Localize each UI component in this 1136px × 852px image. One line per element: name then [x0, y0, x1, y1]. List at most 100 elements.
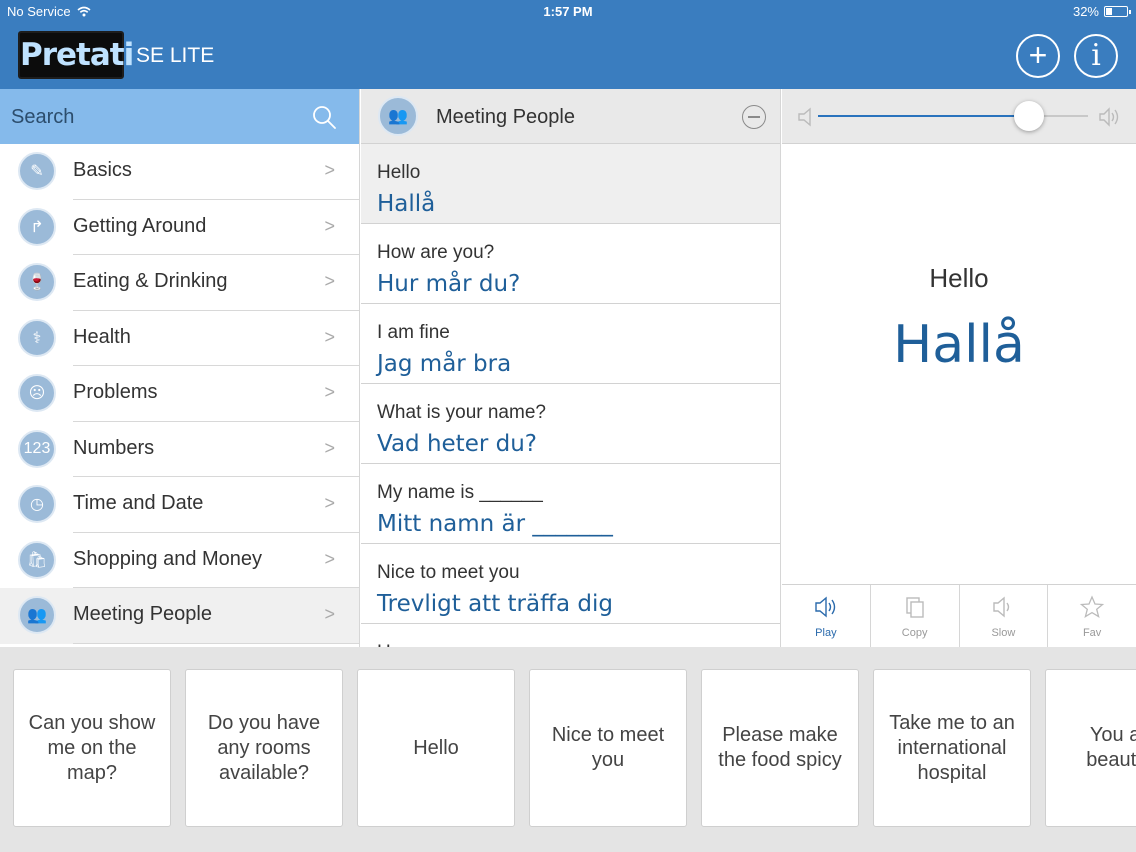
phrase-swedish: Vad heter du?	[377, 431, 538, 457]
phrase-swedish: Hallå	[377, 191, 436, 217]
category-item[interactable]: 👥 Meeting People >	[0, 588, 359, 644]
suggestion-card[interactable]: Hello	[357, 669, 515, 827]
slow-speaker-icon	[993, 596, 1010, 618]
suggestion-card[interactable]: You are beautiful	[1045, 669, 1136, 827]
suggestion-bar: Can you show me on the map? Do you have a…	[0, 647, 1136, 852]
action-toolbar: Play Copy Slow Fav	[782, 584, 1136, 647]
category-panel: Search ✎ Basics > ↱ Getting Around > 🍷 Eating &…	[0, 89, 360, 647]
phrase-english: I am fine	[377, 322, 450, 343]
category-label: Shopping and Money	[73, 547, 263, 570]
chevron-right-icon: >	[324, 271, 335, 291]
volume-max-icon	[1099, 107, 1119, 127]
phrase-row[interactable]: How	[361, 624, 780, 647]
numbers-icon: 123	[18, 429, 56, 468]
category-item[interactable]: 🛍 Shopping and Money >	[0, 533, 359, 588]
slow-button[interactable]: Slow	[960, 585, 1049, 647]
phrase-english: How are you?	[377, 242, 495, 263]
category-label: Time and Date	[73, 492, 204, 514]
category-item[interactable]: 123 Numbers >	[0, 422, 359, 477]
status-time: 1:57 PM	[543, 4, 593, 19]
category-label: Problems	[73, 381, 158, 403]
category-item[interactable]: ⚕ Health >	[0, 311, 359, 366]
people-icon: 👥	[18, 596, 56, 634]
category-label: Getting Around	[73, 214, 207, 237]
phrase-row[interactable]: How are you? Hur mår du?	[361, 224, 780, 304]
phrase-panel: 👥 Meeting People Hello Hallå How are you? H…	[361, 89, 781, 647]
detail-panel: Hello Hallå Play Copy Slow Fav	[782, 89, 1136, 647]
copy-button[interactable]: Copy	[871, 585, 960, 647]
phrase-row[interactable]: What is your name? Vad heter du?	[361, 384, 780, 464]
add-button[interactable]: +	[1016, 34, 1060, 78]
phrase-panel-title: Meeting People	[436, 106, 575, 128]
chevron-right-icon: >	[324, 382, 335, 402]
suggestion-card[interactable]: Can you show me on the map?	[13, 669, 171, 827]
phrase-swedish: Mitt namn är _______	[377, 511, 613, 537]
play-label: Play	[815, 627, 837, 639]
chevron-right-icon: >	[324, 493, 335, 513]
chevron-right-icon: >	[324, 548, 335, 569]
category-item[interactable]: ✎ Basics >	[0, 144, 359, 200]
app-subtitle: SE LITE	[136, 44, 215, 67]
phrase-list: Hello Hallå How are you? Hur mår du? I am fi…	[361, 144, 780, 647]
volume-slider-thumb[interactable]	[1013, 101, 1044, 131]
copy-icon	[905, 597, 924, 618]
fav-label: Fav	[1082, 627, 1102, 639]
battery-icon	[1104, 6, 1131, 17]
volume-slider-fill	[818, 115, 1029, 117]
category-label: Meeting People	[73, 603, 212, 625]
category-item[interactable]: ☹ Problems >	[0, 366, 359, 422]
phrase-panel-header: 👥 Meeting People	[361, 89, 780, 144]
stethoscope-icon: ⚕	[18, 318, 56, 357]
volume-bar	[782, 89, 1136, 144]
suggestion-card[interactable]: Take me to an international hospital	[873, 669, 1031, 827]
app-logo: Pretati	[18, 31, 134, 79]
phrase-swedish: Hur mår du?	[377, 271, 521, 297]
phrase-row[interactable]: My name is ______ Mitt namn är _______	[361, 464, 780, 544]
star-icon	[1079, 595, 1105, 618]
volume-slider[interactable]	[818, 101, 1088, 131]
category-item[interactable]: 🍷 Eating & Drinking >	[0, 255, 359, 311]
suggestion-card[interactable]: Please make the food spicy	[701, 669, 859, 827]
category-label: Basics	[73, 159, 132, 181]
favorite-button[interactable]: Fav	[1048, 585, 1136, 647]
glass-icon: 🍷	[18, 263, 56, 301]
volume-min-icon	[798, 107, 811, 127]
play-button[interactable]: Play	[782, 585, 871, 647]
phrase-row[interactable]: Hello Hallå	[361, 144, 780, 224]
status-bar: No Service 1:57 PM 32%	[0, 0, 1136, 24]
chevron-right-icon: >	[324, 326, 335, 347]
phrase-swedish: Trevligt att träffa dig	[377, 591, 613, 617]
phrase-row[interactable]: Nice to meet you Trevligt att träffa dig	[361, 544, 780, 624]
battery-fill	[1106, 8, 1113, 15]
collapse-button[interactable]	[742, 105, 766, 129]
info-button[interactable]: i	[1074, 34, 1118, 78]
turn-arrow-icon: ↱	[18, 207, 56, 246]
shopping-bag-icon: 🛍	[18, 540, 56, 579]
search-icon[interactable]	[311, 104, 337, 130]
category-label: Numbers	[73, 436, 155, 459]
category-label: Health	[73, 325, 131, 348]
phrase-english: Hello	[377, 162, 421, 183]
search-bar[interactable]: Search	[0, 89, 359, 144]
chevron-right-icon: >	[324, 160, 335, 180]
sad-face-icon: ☹	[18, 374, 56, 412]
pencil-icon: ✎	[18, 152, 56, 190]
slow-label: Slow	[991, 627, 1016, 639]
suggestion-card[interactable]: Nice to meet you	[529, 669, 687, 827]
suggestion-card[interactable]: Do you have any rooms available?	[185, 669, 343, 827]
phrase-row[interactable]: I am fine Jag mår bra	[361, 304, 780, 384]
detail-english: Hello	[929, 263, 989, 293]
chevron-right-icon: >	[324, 437, 335, 458]
category-item[interactable]: ↱ Getting Around >	[0, 200, 359, 255]
search-input[interactable]: Search	[11, 106, 74, 129]
category-item[interactable]: ◷ Time and Date >	[0, 477, 359, 533]
phrase-english: What is your name?	[377, 402, 546, 423]
phrase-english: Nice to meet you	[377, 562, 520, 583]
chevron-right-icon: >	[324, 604, 335, 624]
chevron-right-icon: >	[324, 215, 335, 236]
phrase-english: My name is ______	[377, 482, 543, 503]
app-header: Pretati SE LITE + i	[0, 24, 1136, 89]
divider	[73, 642, 359, 644]
people-icon: 👥	[378, 96, 418, 136]
category-list: ✎ Basics > ↱ Getting Around > 🍷 Eating & Drinki…	[0, 144, 359, 644]
